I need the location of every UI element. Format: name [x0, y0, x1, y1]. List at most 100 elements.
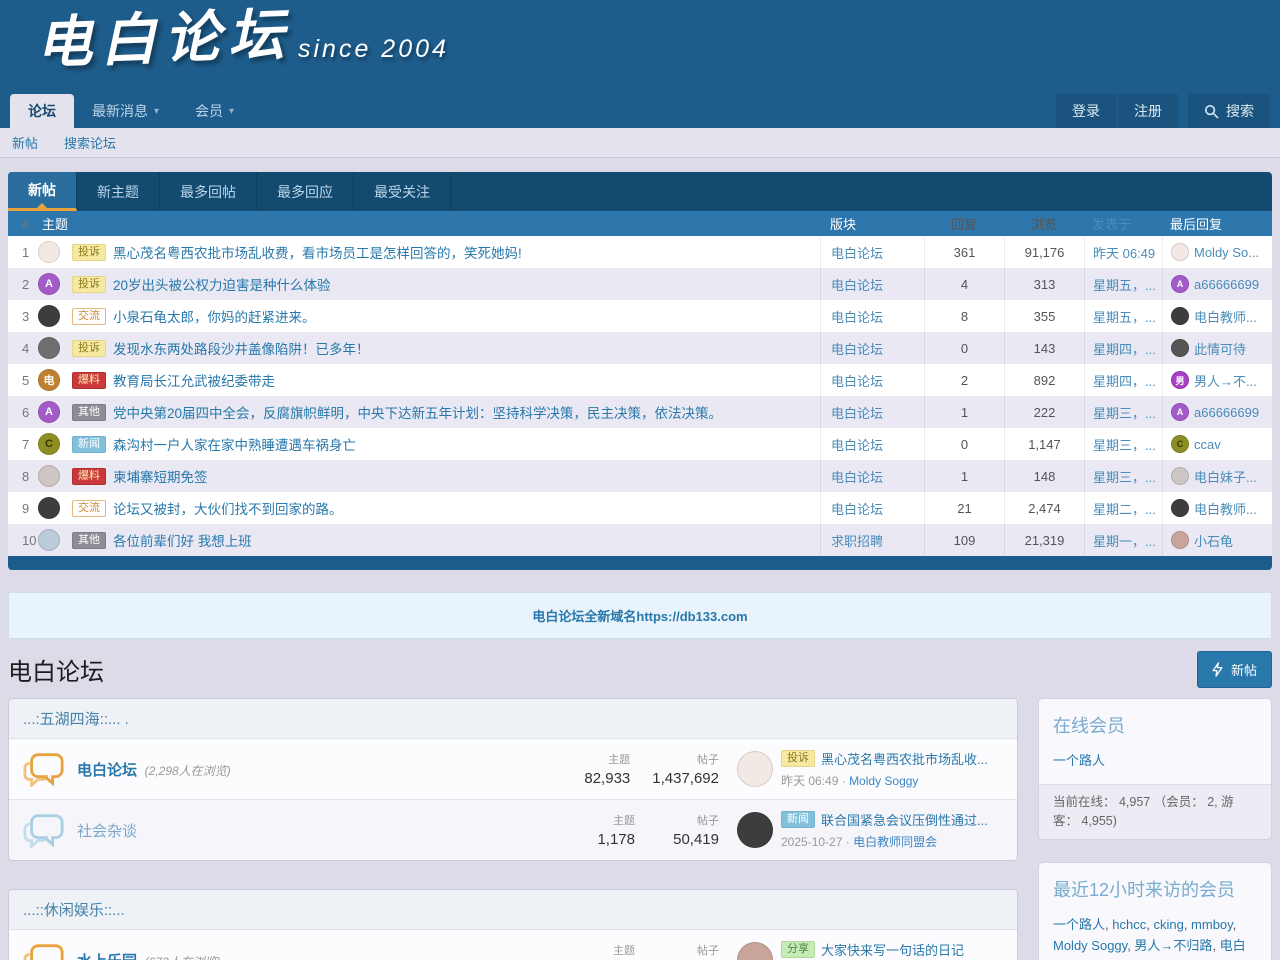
last-reply-user-link[interactable]: 小石龟: [1194, 531, 1233, 550]
topic-prefix-tag[interactable]: 其他: [72, 532, 106, 549]
last-reply-avatar[interactable]: A: [1171, 403, 1189, 421]
topic-starter-avatar[interactable]: [38, 529, 60, 551]
topic-title-link[interactable]: 论坛又被封，大伙们找不到回家的路。: [113, 498, 343, 518]
topic-title-link[interactable]: 小泉石龟太郎，你妈的赶紧进来。: [113, 306, 316, 326]
last-reply-avatar[interactable]: A: [1171, 275, 1189, 293]
last-reply-user-link[interactable]: 电白教师...: [1194, 307, 1257, 326]
topic-starter-avatar[interactable]: A: [38, 273, 60, 295]
forum-link[interactable]: 电白论坛: [831, 243, 883, 262]
topic-starter-avatar[interactable]: A: [38, 401, 60, 423]
last-post-tag[interactable]: 投诉: [781, 750, 815, 767]
last-post-tag[interactable]: 新闻: [781, 811, 815, 828]
widget-tab-most-reactions[interactable]: 最多回应: [257, 172, 354, 211]
forum-link[interactable]: 电白论坛: [831, 403, 883, 422]
last-reply-avatar[interactable]: [1171, 339, 1189, 357]
last-reply-user-link[interactable]: Moldy So...: [1194, 245, 1259, 260]
notice-domain-link[interactable]: 电白论坛全新域名https://db133.com: [532, 609, 747, 624]
topic-prefix-tag[interactable]: 交流: [72, 500, 106, 517]
site-logo[interactable]: 电白论坛 since 2004: [36, 8, 449, 70]
last-reply-user-link[interactable]: 此情可待: [1194, 339, 1246, 358]
topic-prefix-tag[interactable]: 爆料: [72, 372, 106, 389]
forum-link[interactable]: 电白论坛: [831, 499, 883, 518]
topic-starter-avatar[interactable]: C: [38, 433, 60, 455]
topic-starter-avatar[interactable]: [38, 337, 60, 359]
new-post-button[interactable]: 新帖: [1197, 651, 1272, 688]
posted-date-link[interactable]: 昨天 06:49: [1093, 243, 1155, 262]
last-reply-user-link[interactable]: 电白教师...: [1194, 499, 1257, 518]
posted-date-link[interactable]: 星期五，...: [1093, 307, 1156, 326]
topic-title-link[interactable]: 黑心茂名粤西农批市场乱收费，看市场员工是怎样回答的，笑死她妈!: [113, 242, 522, 262]
posted-date-link[interactable]: 星期四，...: [1093, 339, 1156, 358]
last-post-title-link[interactable]: 联合国紧急会议压倒性通过...: [821, 810, 988, 829]
subnav-new-posts[interactable]: 新帖: [12, 133, 38, 152]
last-reply-user-link[interactable]: a66666699: [1194, 405, 1259, 420]
search-button[interactable]: 搜索: [1188, 94, 1270, 128]
topic-prefix-tag[interactable]: 交流: [72, 308, 106, 325]
last-reply-avatar[interactable]: [1171, 531, 1189, 549]
member-link[interactable]: 一个路人: [1053, 753, 1105, 768]
last-reply-avatar[interactable]: C: [1171, 435, 1189, 453]
topic-title-link[interactable]: 发现水东两处路段沙井盖像陷阱！已多年！: [113, 338, 370, 358]
posted-date-link[interactable]: 星期三，...: [1093, 403, 1156, 422]
topic-prefix-tag[interactable]: 投诉: [72, 244, 106, 261]
topic-prefix-tag[interactable]: 投诉: [72, 340, 106, 357]
posted-date-link[interactable]: 星期二，...: [1093, 499, 1156, 518]
last-post-tag[interactable]: 分享: [781, 941, 815, 958]
forum-link[interactable]: 电白论坛: [831, 435, 883, 454]
topic-title-link[interactable]: 柬埔寨短期免签: [113, 466, 208, 486]
topic-prefix-tag[interactable]: 其他: [72, 404, 106, 421]
widget-tab-most-watched[interactable]: 最受关注: [354, 172, 451, 211]
last-post-title-link[interactable]: 黑心茂名粤西农批市场乱收...: [821, 749, 988, 768]
last-reply-user-link[interactable]: ccav: [1194, 437, 1221, 452]
last-post-user-link[interactable]: Moldy Soggy: [849, 774, 918, 788]
nav-tab-members[interactable]: 会员 ▾: [177, 94, 252, 128]
topic-title-link[interactable]: 党中央第20届四中全会，反腐旗帜鲜明，中央下达新五年计划：坚持科学决策，民主决策…: [113, 402, 722, 422]
register-button[interactable]: 注册: [1118, 94, 1178, 128]
last-reply-user-link[interactable]: 男人→不...: [1194, 371, 1257, 390]
last-post-avatar[interactable]: [737, 751, 773, 787]
posted-date-link[interactable]: 星期三，...: [1093, 435, 1156, 454]
member-link[interactable]: cking: [1153, 917, 1191, 932]
forum-name-link[interactable]: 电白论坛: [77, 762, 137, 779]
topic-starter-avatar[interactable]: [38, 305, 60, 327]
forum-link[interactable]: 电白论坛: [831, 371, 883, 390]
last-reply-avatar[interactable]: [1171, 499, 1189, 517]
member-link[interactable]: Moldy Soggy: [1053, 938, 1134, 953]
nav-tab-forums[interactable]: 论坛: [10, 94, 74, 128]
forum-link[interactable]: 电白论坛: [831, 307, 883, 326]
topic-title-link[interactable]: 森沟村一户人家在家中熟睡遭遇车祸身亡: [113, 434, 356, 454]
posted-date-link[interactable]: 星期四，...: [1093, 371, 1156, 390]
member-link[interactable]: 一个路人: [1053, 917, 1112, 932]
category-header[interactable]: ...::休闲娱乐::...: [9, 890, 1017, 930]
forum-name-link[interactable]: 水上乐园: [77, 953, 137, 960]
forum-name-link[interactable]: 社会杂谈: [77, 823, 137, 840]
category-header[interactable]: ...:五湖四海::... .: [9, 699, 1017, 739]
topic-title-link[interactable]: 各位前辈们好 我想上班: [113, 530, 252, 550]
posted-date-link[interactable]: 星期五，...: [1093, 275, 1156, 294]
forum-link[interactable]: 电白论坛: [831, 275, 883, 294]
last-post-user-link[interactable]: 电白教师同盟会: [853, 835, 937, 849]
topic-prefix-tag[interactable]: 投诉: [72, 276, 106, 293]
member-link[interactable]: hchcc: [1112, 917, 1153, 932]
widget-tab-new-threads[interactable]: 新主题: [77, 172, 160, 211]
last-reply-avatar[interactable]: [1171, 307, 1189, 325]
nav-tab-whats-new[interactable]: 最新消息 ▾: [74, 94, 177, 128]
member-link[interactable]: mmboy: [1191, 917, 1236, 932]
topic-title-link[interactable]: 教育局长江允武被纪委带走: [113, 370, 275, 390]
widget-tab-new-posts[interactable]: 新帖: [8, 172, 77, 211]
last-post-avatar[interactable]: [737, 942, 773, 960]
topic-prefix-tag[interactable]: 爆料: [72, 468, 106, 485]
topic-starter-avatar[interactable]: [38, 241, 60, 263]
login-button[interactable]: 登录: [1056, 94, 1116, 128]
forum-link[interactable]: 电白论坛: [831, 339, 883, 358]
forum-link[interactable]: 电白论坛: [831, 467, 883, 486]
last-reply-avatar[interactable]: 男: [1171, 371, 1189, 389]
topic-prefix-tag[interactable]: 新闻: [72, 436, 106, 453]
last-post-avatar[interactable]: [737, 812, 773, 848]
last-reply-user-link[interactable]: 电白妹子...: [1194, 467, 1257, 486]
last-reply-avatar[interactable]: [1171, 467, 1189, 485]
topic-starter-avatar[interactable]: [38, 497, 60, 519]
subnav-search-forums[interactable]: 搜索论坛: [64, 133, 116, 152]
topic-starter-avatar[interactable]: [38, 465, 60, 487]
topic-starter-avatar[interactable]: 电: [38, 369, 60, 391]
